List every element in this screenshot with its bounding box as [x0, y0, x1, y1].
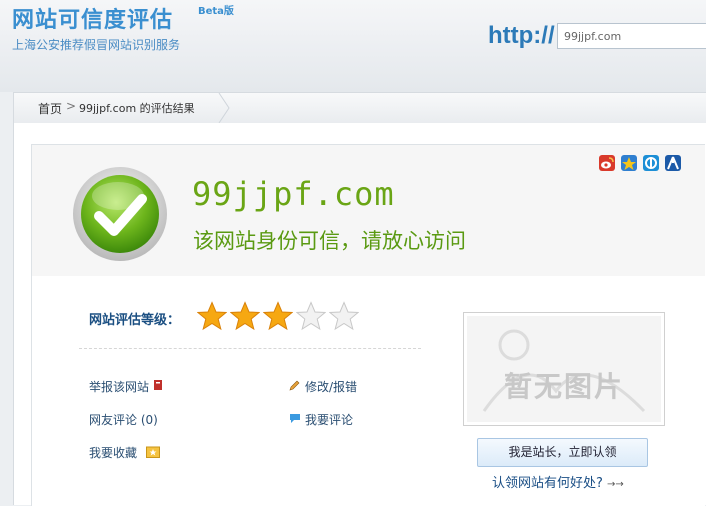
claim-site-button[interactable]: 我是站长，立即认领	[477, 438, 648, 467]
star-filled-icon	[263, 301, 293, 331]
write-comment-link[interactable]: 我要评论	[305, 411, 353, 428]
divider	[79, 348, 421, 349]
breadcrumb-arrow-icon	[218, 93, 230, 123]
renren-icon[interactable]	[665, 155, 681, 171]
report-flag-icon	[154, 380, 162, 390]
qzone-icon[interactable]	[621, 155, 637, 171]
http-label: http://	[488, 22, 555, 49]
trust-verdict: 该网站身份可信，请放心访问	[193, 229, 466, 253]
trusted-check-icon	[73, 167, 167, 261]
comments-link[interactable]: 网友评论 (0)	[89, 411, 158, 428]
star-filled-icon	[230, 301, 260, 331]
result-card: 99jjpf.com 该网站身份可信，请放心访问 网站评估等级： 举报该网站 修…	[31, 144, 705, 506]
domain-name: 99jjpf.com	[192, 175, 395, 213]
comment-bubble-icon	[290, 414, 300, 423]
edit-report-link[interactable]: 修改/报错	[305, 378, 357, 395]
breadcrumb-home-link[interactable]: 首页	[38, 100, 62, 117]
star-empty-icon	[296, 301, 326, 331]
star-filled-icon	[197, 301, 227, 331]
main-content: 99jjpf.com 该网站身份可信，请放心访问 网站评估等级： 举报该网站 修…	[13, 123, 706, 506]
breadcrumb: 首页 > 99jjpf.com 的评估结果	[13, 92, 706, 124]
report-site-link[interactable]: 举报该网站	[89, 378, 149, 395]
site-screenshot-placeholder: 暂无图片	[463, 312, 665, 426]
claim-arrow: →→	[607, 479, 624, 490]
weibo-icon[interactable]	[599, 155, 615, 171]
site-subtitle: 上海公安推荐假冒网站识别服务	[12, 38, 181, 52]
beta-badge: Beta版	[198, 6, 234, 17]
star-empty-icon	[329, 301, 359, 331]
breadcrumb-current: 99jjpf.com 的评估结果	[79, 102, 195, 115]
claim-benefits-text: 认领网站有何好处?	[492, 476, 603, 491]
pencil-icon	[289, 380, 300, 391]
favorite-folder-icon	[146, 446, 160, 458]
url-input[interactable]	[557, 23, 706, 49]
site-logo-title[interactable]: 网站可信度评估	[12, 2, 173, 34]
site-header: 网站可信度评估 Beta版 上海公安推荐假冒网站识别服务 http://	[0, 0, 706, 92]
result-summary: 99jjpf.com 该网站身份可信，请放心访问	[32, 145, 705, 276]
favorite-link[interactable]: 我要收藏	[89, 444, 137, 461]
no-image-text: 暂无图片	[503, 370, 624, 403]
claim-benefits-link[interactable]: 认领网站有何好处? →→	[492, 472, 624, 491]
rating-label: 网站评估等级：	[89, 313, 181, 328]
breadcrumb-separator: >	[66, 99, 77, 113]
pengyou-icon[interactable]	[643, 155, 659, 171]
